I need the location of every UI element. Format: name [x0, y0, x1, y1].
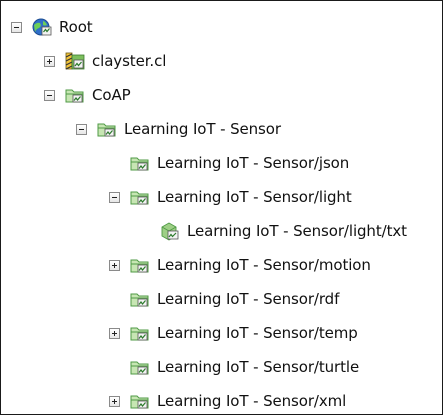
sensor-folder-icon [97, 123, 116, 137]
tree-node-rdf[interactable]: Learning IoT - Sensor/rdf [109, 282, 339, 316]
sensor-folder-icon [130, 327, 149, 341]
tree-node-turtle[interactable]: Learning IoT - Sensor/turtle [109, 350, 359, 384]
server-striped-icon [65, 52, 85, 70]
collapse-toggle[interactable] [76, 123, 87, 135]
collapse-toggle[interactable] [11, 21, 22, 33]
tree-node-label: Root [59, 18, 93, 36]
expand-toggle[interactable] [109, 259, 120, 271]
sensor-folder-icon [130, 157, 149, 171]
tree-node-label: Learning IoT - Sensor/light/txt [187, 222, 407, 240]
globe-icon [32, 18, 52, 36]
tree-node-light-txt[interactable]: Learning IoT - Sensor/light/txt [159, 214, 407, 248]
tree-node-label: clayster.cl [92, 52, 167, 70]
tree-node-coap[interactable]: CoAP [44, 78, 131, 112]
tree-node-label: Learning IoT - Sensor/turtle [157, 358, 360, 376]
tree-node-label: Learning IoT - Sensor/light [157, 188, 352, 206]
tree-node-json[interactable]: Learning IoT - Sensor/json [109, 146, 349, 180]
tree-node-motion[interactable]: Learning IoT - Sensor/motion [109, 248, 371, 282]
tree-node-clayster[interactable]: clayster.cl [44, 44, 166, 78]
tree-node-light[interactable]: Learning IoT - Sensor/light [109, 180, 352, 214]
expand-toggle[interactable] [109, 395, 120, 407]
tree-node-label: CoAP [92, 86, 131, 104]
tree-node-temp[interactable]: Learning IoT - Sensor/temp [109, 316, 358, 350]
tree-node-sensor[interactable]: Learning IoT - Sensor [76, 112, 281, 146]
sensor-folder-icon [130, 361, 149, 375]
tree-node-label: Learning IoT - Sensor/json [157, 154, 350, 172]
sensor-folder-icon [130, 395, 149, 409]
tree-node-label: Learning IoT - Sensor/xml [157, 392, 347, 410]
tree-node-root[interactable]: Root [11, 10, 93, 44]
sensor-folder-icon [130, 191, 149, 205]
coap-folder-icon [65, 89, 84, 103]
sensor-folder-icon [130, 293, 149, 307]
expand-toggle[interactable] [44, 55, 55, 67]
sensor-folder-icon [130, 259, 149, 273]
collapse-toggle[interactable] [109, 191, 120, 203]
tree-node-label: Learning IoT - Sensor/motion [157, 256, 371, 274]
tree-node-label: Learning IoT - Sensor/temp [157, 324, 358, 342]
tree-view-panel: Root clayster.cl CoAP Learning IoT - Sen… [0, 0, 443, 415]
tree-node-xml[interactable]: Learning IoT - Sensor/xml [109, 384, 347, 414]
expand-toggle[interactable] [109, 327, 120, 339]
tree-node-label: Learning IoT - Sensor/rdf [157, 290, 340, 308]
cube-doc-icon [161, 222, 179, 241]
tree-node-label: Learning IoT - Sensor [124, 120, 281, 138]
collapse-toggle[interactable] [44, 89, 55, 101]
